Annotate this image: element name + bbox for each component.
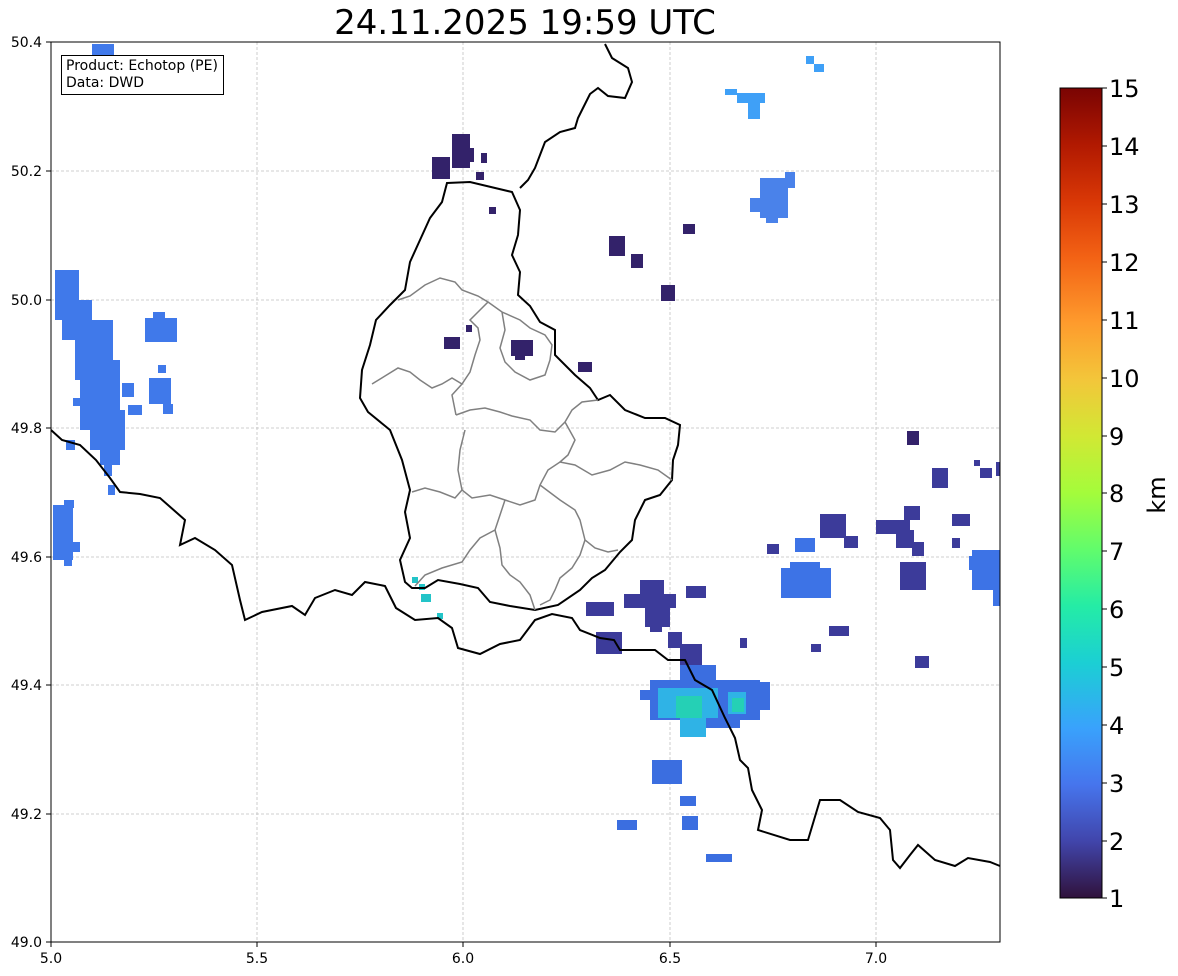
echo-cluster-east	[781, 538, 1000, 606]
x-tick-label: 6.5	[659, 951, 681, 967]
y-axis: 50.4 50.2 50.0 49.8 49.6 49.4 49.2 49.0	[11, 35, 51, 951]
gridlines	[51, 42, 1000, 942]
echo-cluster-northeast	[725, 56, 824, 119]
echo-cluster-northeast-2	[750, 172, 795, 223]
canton-borders	[371, 277, 673, 611]
colorbar: 15 14 13 12 11 10 9 8 7 6 5 4 3 2 1 km	[1059, 75, 1171, 913]
colorbar-tick-label: 13	[1109, 191, 1140, 219]
colorbar-label: km	[1143, 476, 1171, 513]
colorbar-tick-label: 5	[1109, 654, 1124, 682]
colorbar-tick-label: 10	[1109, 365, 1140, 393]
colorbar-tick-label: 2	[1109, 828, 1124, 856]
german-border	[519, 43, 634, 189]
y-tick-label: 49.8	[11, 421, 42, 437]
y-tick-label: 49.6	[11, 550, 42, 566]
x-tick-label: 5.0	[40, 951, 62, 967]
colorbar-tick-label: 8	[1109, 480, 1124, 508]
map-frame	[50, 41, 1001, 943]
data-source-label: Data: DWD	[66, 75, 144, 91]
colorbar-tick-label: 6	[1109, 596, 1124, 624]
y-tick-label: 49.2	[11, 807, 42, 823]
y-tick-label: 49.0	[11, 935, 42, 951]
x-tick-label: 7.0	[865, 951, 887, 967]
echo-cluster-north	[432, 134, 919, 445]
luxembourg-border	[358, 180, 682, 612]
colorbar-tick-label: 4	[1109, 712, 1124, 740]
x-axis: 5.0 5.5 6.0 6.5 7.0	[40, 942, 887, 967]
y-tick-label: 50.0	[11, 293, 42, 309]
colorbar-tick-label: 7	[1109, 538, 1124, 566]
product-info-box: Product: Echotop (PE) Data: DWD	[61, 55, 224, 95]
colorbar-tick-label: 14	[1109, 133, 1140, 161]
x-tick-label: 6.0	[452, 951, 474, 967]
colorbar-tick-label: 3	[1109, 770, 1124, 798]
colorbar-tick-label: 12	[1109, 249, 1140, 277]
echo-cluster-west	[53, 44, 177, 566]
radar-map: 5.0 5.5 6.0 6.5 7.0 50.4 50.2 50.0 49.8 …	[11, 35, 1171, 967]
y-tick-label: 49.4	[11, 678, 42, 694]
colorbar-gradient	[1059, 87, 1103, 899]
product-label: Product: Echotop (PE)	[66, 58, 218, 74]
y-tick-label: 50.4	[11, 35, 42, 51]
colorbar-tick-label: 9	[1109, 423, 1124, 451]
colorbar-tick-label: 15	[1109, 75, 1140, 103]
colorbar-tick-label: 11	[1109, 307, 1140, 335]
colorbar-ticks	[1102, 87, 1107, 899]
y-tick-label: 50.2	[11, 164, 42, 180]
radar-echoes	[53, 44, 1000, 862]
x-tick-label: 5.5	[246, 951, 268, 967]
colorbar-tick-label: 1	[1109, 885, 1124, 913]
country-borders	[50, 429, 1001, 870]
